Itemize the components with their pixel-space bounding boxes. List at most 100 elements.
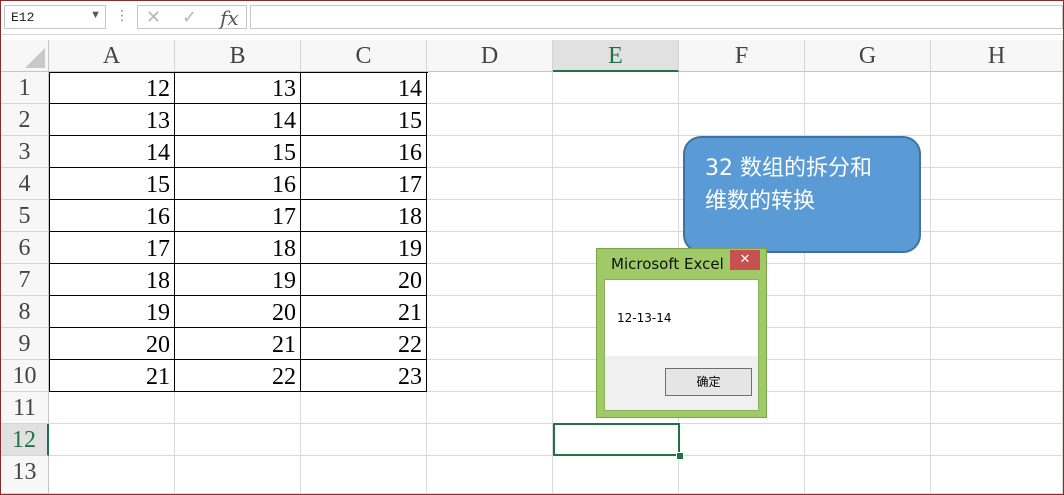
cell-h9[interactable] [931,328,1063,360]
cell-c11[interactable] [301,392,427,424]
cell-c1[interactable]: 14 [301,72,427,104]
row-header-5[interactable]: 5 [1,200,49,232]
cell-g11[interactable] [805,392,931,424]
fill-handle[interactable] [676,452,684,460]
cell-h7[interactable] [931,264,1063,296]
row-header-10[interactable]: 10 [1,360,49,392]
cell-h13[interactable] [931,456,1063,494]
cell-b11[interactable] [175,392,301,424]
cell-d2[interactable] [427,104,553,136]
row-header-9[interactable]: 9 [1,328,49,360]
cell-a5[interactable]: 16 [49,200,175,232]
cell-f13[interactable] [679,456,805,494]
cell-b8[interactable]: 20 [175,296,301,328]
cell-g2[interactable] [805,104,931,136]
ok-button[interactable]: 确定 [665,368,752,396]
cell-d4[interactable] [427,168,553,200]
cell-b7[interactable]: 19 [175,264,301,296]
cell-d6[interactable] [427,232,553,264]
cell-b10[interactable]: 22 [175,360,301,392]
cell-g1[interactable] [805,72,931,104]
cell-a3[interactable]: 14 [49,136,175,168]
column-header-h[interactable]: H [931,40,1063,72]
cell-b2[interactable]: 14 [175,104,301,136]
cell-h5[interactable] [931,200,1063,232]
cell-d3[interactable] [427,136,553,168]
column-header-f[interactable]: F [679,40,805,72]
cell-d9[interactable] [427,328,553,360]
cell-c7[interactable]: 20 [301,264,427,296]
cell-h4[interactable] [931,168,1063,200]
cell-c5[interactable]: 18 [301,200,427,232]
cell-a12[interactable] [49,424,175,456]
cell-e2[interactable] [553,104,679,136]
cell-h10[interactable] [931,360,1063,392]
select-all-corner[interactable] [1,40,49,72]
column-header-c[interactable]: C [301,40,427,72]
cell-b3[interactable]: 15 [175,136,301,168]
cell-c6[interactable]: 19 [301,232,427,264]
cell-h3[interactable] [931,136,1063,168]
column-header-d[interactable]: D [427,40,553,72]
row-header-8[interactable]: 8 [1,296,49,328]
cell-g12[interactable] [805,424,931,456]
cell-d5[interactable] [427,200,553,232]
cell-d11[interactable] [427,392,553,424]
cell-d7[interactable] [427,264,553,296]
cell-c4[interactable]: 17 [301,168,427,200]
cell-d10[interactable] [427,360,553,392]
cell-d12[interactable] [427,424,553,456]
cell-g13[interactable] [805,456,931,494]
cell-c9[interactable]: 22 [301,328,427,360]
cell-g8[interactable] [805,296,931,328]
column-header-a[interactable]: A [49,40,175,72]
cell-e1[interactable] [553,72,679,104]
cell-b6[interactable]: 18 [175,232,301,264]
row-header-11[interactable]: 11 [1,392,49,424]
cell-c3[interactable]: 16 [301,136,427,168]
cell-e12[interactable] [553,424,679,456]
row-header-1[interactable]: 1 [1,72,49,104]
row-header-12[interactable]: 12 [1,424,49,456]
cell-b13[interactable] [175,456,301,494]
cell-b9[interactable]: 21 [175,328,301,360]
row-header-13[interactable]: 13 [1,456,49,494]
cell-c2[interactable]: 15 [301,104,427,136]
cell-d1[interactable] [427,72,553,104]
column-header-g[interactable]: G [805,40,931,72]
cell-a10[interactable]: 21 [49,360,175,392]
cell-h8[interactable] [931,296,1063,328]
cell-e13[interactable] [553,456,679,494]
cell-g10[interactable] [805,360,931,392]
cell-e5[interactable] [553,200,679,232]
cell-d13[interactable] [427,456,553,494]
cell-g9[interactable] [805,328,931,360]
cell-c10[interactable]: 23 [301,360,427,392]
column-header-b[interactable]: B [175,40,301,72]
cell-c8[interactable]: 21 [301,296,427,328]
cell-f2[interactable] [679,104,805,136]
cell-f12[interactable] [679,424,805,456]
callout-shape[interactable]: 32 数组的拆分和 维数的转换 [683,136,921,253]
column-header-e[interactable]: E [553,40,679,72]
cell-c13[interactable] [301,456,427,494]
close-icon[interactable]: ✕ [730,250,760,270]
cell-d8[interactable] [427,296,553,328]
cell-b12[interactable] [175,424,301,456]
cell-a2[interactable]: 13 [49,104,175,136]
row-header-3[interactable]: 3 [1,136,49,168]
cell-a1[interactable]: 12 [49,72,175,104]
cell-a6[interactable]: 17 [49,232,175,264]
cell-a9[interactable]: 20 [49,328,175,360]
cell-a7[interactable]: 18 [49,264,175,296]
cell-h12[interactable] [931,424,1063,456]
cell-h2[interactable] [931,104,1063,136]
row-header-6[interactable]: 6 [1,232,49,264]
cell-b1[interactable]: 13 [175,72,301,104]
cell-a13[interactable] [49,456,175,494]
cell-h6[interactable] [931,232,1063,264]
cell-b5[interactable]: 17 [175,200,301,232]
cell-h11[interactable] [931,392,1063,424]
cell-a11[interactable] [49,392,175,424]
cell-e3[interactable] [553,136,679,168]
